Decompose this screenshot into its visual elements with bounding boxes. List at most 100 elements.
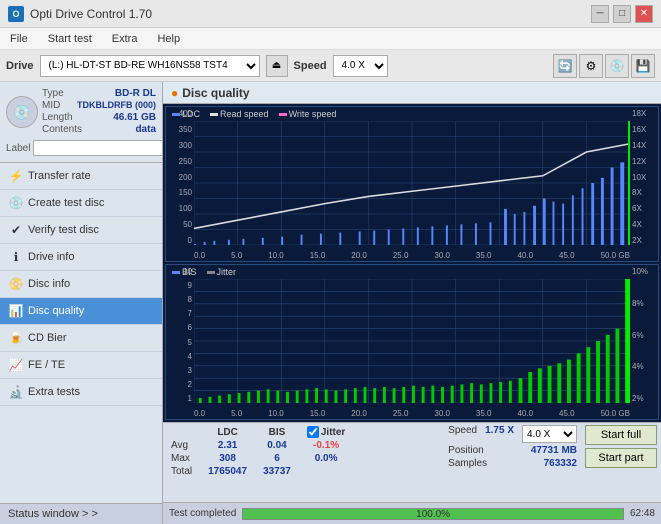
toolbar-icons: 🔄 ⚙ 💿 💾 xyxy=(553,54,655,78)
jitter-dot xyxy=(207,271,215,274)
speed-row: Speed 1.75 X 4.0 X xyxy=(448,425,577,443)
speed-label: Speed xyxy=(294,60,327,72)
nav-label-transfer-rate: Transfer rate xyxy=(28,170,91,182)
y-axis-right-bottom: 10% 8% 6% 4% 2% xyxy=(630,265,658,403)
jitter-checkbox[interactable] xyxy=(307,426,319,438)
chart-container: LDC Read speed Write speed 400 350 300 xyxy=(163,104,661,422)
speed-select[interactable]: 4.0 X xyxy=(333,55,388,77)
disc-info-icon: 📀 xyxy=(8,276,24,292)
bis-dot xyxy=(172,271,180,274)
y-axis-right-top: 18X 16X 14X 12X 10X 8X 6X 4X 2X xyxy=(630,107,658,245)
minimize-button[interactable]: ─ xyxy=(591,5,609,23)
nav-item-cd-bier[interactable]: 🍺 CD Bier xyxy=(0,325,162,352)
legend-read-label: Read speed xyxy=(220,109,269,119)
right-panel: ● Disc quality LDC Read speed xyxy=(163,82,661,524)
nav-item-extra-tests[interactable]: 🔬 Extra tests xyxy=(0,379,162,406)
drive-select[interactable]: (L:) HL-DT-ST BD-RE WH16NS58 TST4 xyxy=(40,55,260,77)
disc-quality-header-icon: ● xyxy=(171,86,178,100)
menubar: File Start test Extra Help xyxy=(0,28,661,50)
mid-label: MID xyxy=(42,100,60,111)
fe-te-icon: 📈 xyxy=(8,357,24,373)
type-label: Type xyxy=(42,88,64,99)
x-axis-bottom: 0.0 5.0 10.0 15.0 20.0 25.0 30.0 35.0 40… xyxy=(194,409,630,419)
menu-start-test[interactable]: Start test xyxy=(42,31,98,47)
chart-bottom: BIS Jitter 10 9 8 7 6 5 4 3 xyxy=(165,264,659,420)
settings-button[interactable]: ⚙ xyxy=(579,54,603,78)
save-button[interactable]: 💾 xyxy=(631,54,655,78)
label-row: Label 🔍 xyxy=(6,140,156,156)
legend-bis-label: BIS xyxy=(182,267,197,277)
y-axis-left-bottom: 10 9 8 7 6 5 4 3 2 1 xyxy=(166,265,194,403)
samples-row: Samples 763332 xyxy=(448,458,577,469)
position-label: Position xyxy=(448,445,484,456)
eject-button[interactable]: ⏏ xyxy=(266,55,288,77)
max-ldc: 308 xyxy=(204,452,259,465)
nav-label-verify-test-disc: Verify test disc xyxy=(28,224,99,236)
read-dot xyxy=(210,113,218,116)
app-title: Opti Drive Control 1.70 xyxy=(30,7,152,21)
bottom-chart-svg xyxy=(194,279,630,403)
stats-bar: LDC BIS Jitter Avg 2.31 xyxy=(163,422,661,502)
y-axis-left-top: 400 350 300 250 200 150 100 50 0 xyxy=(166,107,194,245)
x-axis-top: 0.0 5.0 10.0 15.0 20.0 25.0 30.0 35.0 40… xyxy=(194,251,630,261)
disc-quality-title: Disc quality xyxy=(182,86,249,100)
drivebar: Drive (L:) HL-DT-ST BD-RE WH16NS58 TST4 … xyxy=(0,50,661,82)
close-button[interactable]: ✕ xyxy=(635,5,653,23)
refresh-button[interactable]: 🔄 xyxy=(553,54,577,78)
nav-label-fe-te: FE / TE xyxy=(28,359,65,371)
position-value: 47731 MB xyxy=(531,445,577,456)
col-header-bis: BIS xyxy=(259,425,303,439)
app-icon: O xyxy=(8,6,24,22)
col-header-empty xyxy=(167,425,204,439)
window-controls: ─ □ ✕ xyxy=(591,5,653,23)
menu-help[interactable]: Help xyxy=(151,31,186,47)
nav-item-drive-info[interactable]: ℹ Drive info xyxy=(0,244,162,271)
create-test-disc-icon: 💿 xyxy=(8,195,24,211)
progress-track: 100.0% xyxy=(242,508,624,520)
total-jitter xyxy=(303,465,357,478)
top-chart-svg xyxy=(194,121,630,245)
nav-item-transfer-rate[interactable]: ⚡ Transfer rate xyxy=(0,163,162,190)
avg-bis: 0.04 xyxy=(259,439,303,452)
start-part-button[interactable]: Start part xyxy=(585,448,657,468)
disc-icon: 💿 xyxy=(6,96,38,128)
disc-quality-icon: 📊 xyxy=(8,303,24,319)
time-label: 62:48 xyxy=(630,508,655,519)
start-full-button[interactable]: Start full xyxy=(585,425,657,445)
nav-item-create-test-disc[interactable]: 💿 Create test disc xyxy=(0,190,162,217)
col-header-jitter: Jitter xyxy=(303,425,357,439)
nav-item-fe-te[interactable]: 📈 FE / TE xyxy=(0,352,162,379)
ldc-dot xyxy=(172,113,180,116)
drive-label: Drive xyxy=(6,60,34,72)
disc-props: Type BD-R DL MID TDKBLDRFB (000) Length … xyxy=(42,88,156,136)
legend-write: Write speed xyxy=(279,109,337,119)
samples-value: 763332 xyxy=(544,458,577,469)
speed-info-select[interactable]: 4.0 X xyxy=(522,425,577,443)
nav-item-verify-test-disc[interactable]: ✔ Verify test disc xyxy=(0,217,162,244)
label-input[interactable] xyxy=(33,140,163,156)
jitter-checkbox-label[interactable]: Jitter xyxy=(307,426,345,438)
nav-label-cd-bier: CD Bier xyxy=(28,332,67,344)
disc-quality-header: ● Disc quality xyxy=(163,82,661,104)
nav-label-disc-info: Disc info xyxy=(28,278,70,290)
legend-jitter: Jitter xyxy=(207,267,237,277)
menu-extra[interactable]: Extra xyxy=(106,31,144,47)
progress-bar-container: Test completed 100.0% 62:48 xyxy=(163,502,661,524)
max-bis: 6 xyxy=(259,452,303,465)
stats-row-avg: Avg 2.31 0.04 -0.1% xyxy=(167,439,357,452)
position-row: Position 47731 MB xyxy=(448,445,577,456)
menu-file[interactable]: File xyxy=(4,31,34,47)
contents-value: data xyxy=(135,124,156,135)
type-value: BD-R DL xyxy=(115,88,156,99)
nav-label-drive-info: Drive info xyxy=(28,251,74,263)
legend-jitter-label: Jitter xyxy=(217,267,237,277)
status-window-button[interactable]: Status window > > xyxy=(0,503,162,524)
samples-label: Samples xyxy=(448,458,487,469)
nav-item-disc-quality[interactable]: 📊 Disc quality xyxy=(0,298,162,325)
nav-item-disc-info[interactable]: 📀 Disc info xyxy=(0,271,162,298)
maximize-button[interactable]: □ xyxy=(613,5,631,23)
disc-button[interactable]: 💿 xyxy=(605,54,629,78)
extra-tests-icon: 🔬 xyxy=(8,384,24,400)
chart-bottom-legend: BIS Jitter xyxy=(172,267,236,277)
titlebar-left: O Opti Drive Control 1.70 xyxy=(8,6,152,22)
